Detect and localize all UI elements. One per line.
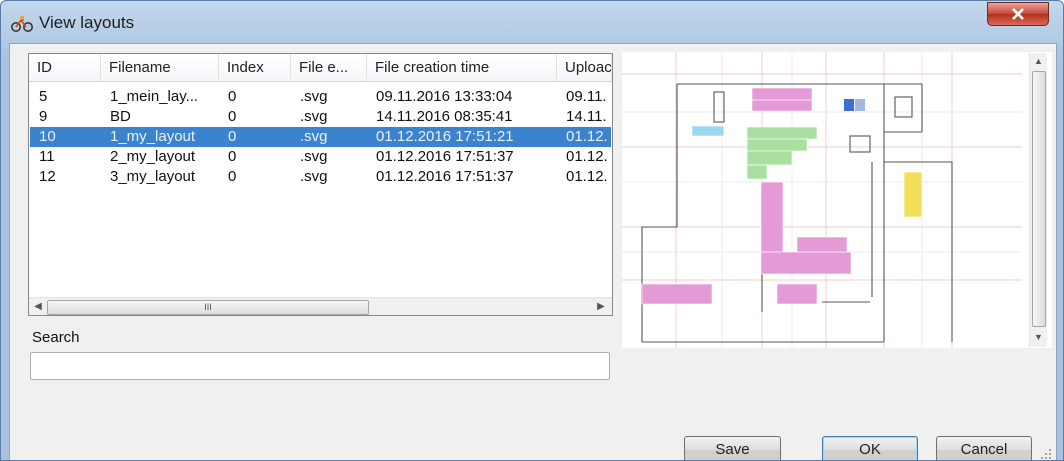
cell-creation-time: 09.11.2016 13:33:04 xyxy=(376,88,513,105)
cell-upload: 09.11. xyxy=(566,88,607,105)
scroll-right-arrow-icon[interactable]: ▶ xyxy=(592,298,610,315)
cell-creation-time: 01.12.2016 17:51:37 xyxy=(376,148,514,165)
scroll-left-arrow-icon[interactable]: ◀ xyxy=(29,298,47,315)
list-header: ID Filename Index File e... File creatio… xyxy=(29,54,612,82)
scroll-down-arrow-icon[interactable]: ▼ xyxy=(1030,329,1047,346)
table-row[interactable]: 5 1_mein_lay... 0 .svg 09.11.2016 13:33:… xyxy=(30,87,611,107)
cell-extension: .svg xyxy=(300,168,328,185)
column-header-filename[interactable]: Filename xyxy=(101,54,219,81)
cell-filename: 3_my_layout xyxy=(110,168,196,185)
cell-extension: .svg xyxy=(300,88,328,105)
table-row[interactable]: 12 3_my_layout 0 .svg 01.12.2016 17:51:3… xyxy=(30,167,611,187)
cell-creation-time: 01.12.2016 17:51:21 xyxy=(376,128,514,145)
table-row[interactable]: 9 BD 0 .svg 14.11.2016 08:35:41 14.11. xyxy=(30,107,611,127)
close-button[interactable] xyxy=(987,2,1049,26)
cell-filename: BD xyxy=(110,108,131,125)
vertical-scroll-thumb[interactable] xyxy=(1032,71,1046,327)
horizontal-scroll-thumb[interactable]: III xyxy=(47,300,369,315)
cell-extension: .svg xyxy=(300,148,328,165)
cell-creation-time: 14.11.2016 08:35:41 xyxy=(376,108,513,125)
cell-upload: 01.12. xyxy=(566,168,608,185)
window-title: View layouts xyxy=(39,13,135,32)
cell-id: 11 xyxy=(39,148,55,165)
vertical-scrollbar[interactable]: ▲ ▼ xyxy=(1029,53,1047,347)
cell-index: 0 xyxy=(228,148,237,165)
layout-preview xyxy=(622,52,1052,348)
cell-upload: 14.11. xyxy=(566,108,607,125)
column-header-creation-time[interactable]: File creation time xyxy=(367,54,557,81)
save-button[interactable]: Save xyxy=(684,436,781,460)
horizontal-scrollbar[interactable]: ◀ III ▶ xyxy=(29,297,612,315)
ok-button[interactable]: OK xyxy=(822,436,918,460)
cell-filename: 1_mein_lay... xyxy=(110,88,199,105)
table-row[interactable]: 11 2_my_layout 0 .svg 01.12.2016 17:51:3… xyxy=(30,147,611,167)
cell-id: 5 xyxy=(39,88,48,105)
search-input[interactable] xyxy=(30,352,610,380)
cell-filename: 1_my_layout xyxy=(110,128,196,145)
cell-index: 0 xyxy=(228,88,237,105)
cell-upload: 01.12. xyxy=(566,128,608,145)
scroll-up-arrow-icon[interactable]: ▲ xyxy=(1030,53,1047,70)
resize-grip-icon[interactable] xyxy=(1040,448,1052,460)
table-row-selected[interactable]: 10 1_my_layout 0 .svg 01.12.2016 17:51:2… xyxy=(30,127,611,147)
title-bar[interactable]: View layouts xyxy=(1,1,1063,41)
layouts-list[interactable]: ID Filename Index File e... File creatio… xyxy=(28,53,613,316)
cell-extension: .svg xyxy=(300,128,328,145)
column-header-id[interactable]: ID xyxy=(29,54,101,81)
view-layouts-dialog: View layouts ID Filename Index File e...… xyxy=(0,0,1064,461)
cell-upload: 01.12. xyxy=(566,148,608,165)
search-label: Search xyxy=(32,329,80,346)
cell-creation-time: 01.12.2016 17:51:37 xyxy=(376,168,514,185)
column-header-upload[interactable]: Uploac xyxy=(557,54,612,81)
cell-filename: 2_my_layout xyxy=(110,148,196,165)
floor-plan-preview xyxy=(622,52,1022,348)
column-header-file-extension[interactable]: File e... xyxy=(291,54,367,81)
cell-index: 0 xyxy=(228,108,237,125)
cell-id: 10 xyxy=(39,128,56,145)
dialog-body: ID Filename Index File e... File creatio… xyxy=(9,43,1057,460)
cell-index: 0 xyxy=(228,128,237,145)
bicycle-icon xyxy=(11,16,33,32)
cell-extension: .svg xyxy=(300,108,328,125)
column-header-index[interactable]: Index xyxy=(219,54,291,81)
cell-index: 0 xyxy=(228,168,237,185)
close-icon xyxy=(1012,8,1024,20)
cell-id: 12 xyxy=(39,168,56,185)
cancel-button[interactable]: Cancel xyxy=(936,436,1032,460)
cell-id: 9 xyxy=(39,108,48,125)
